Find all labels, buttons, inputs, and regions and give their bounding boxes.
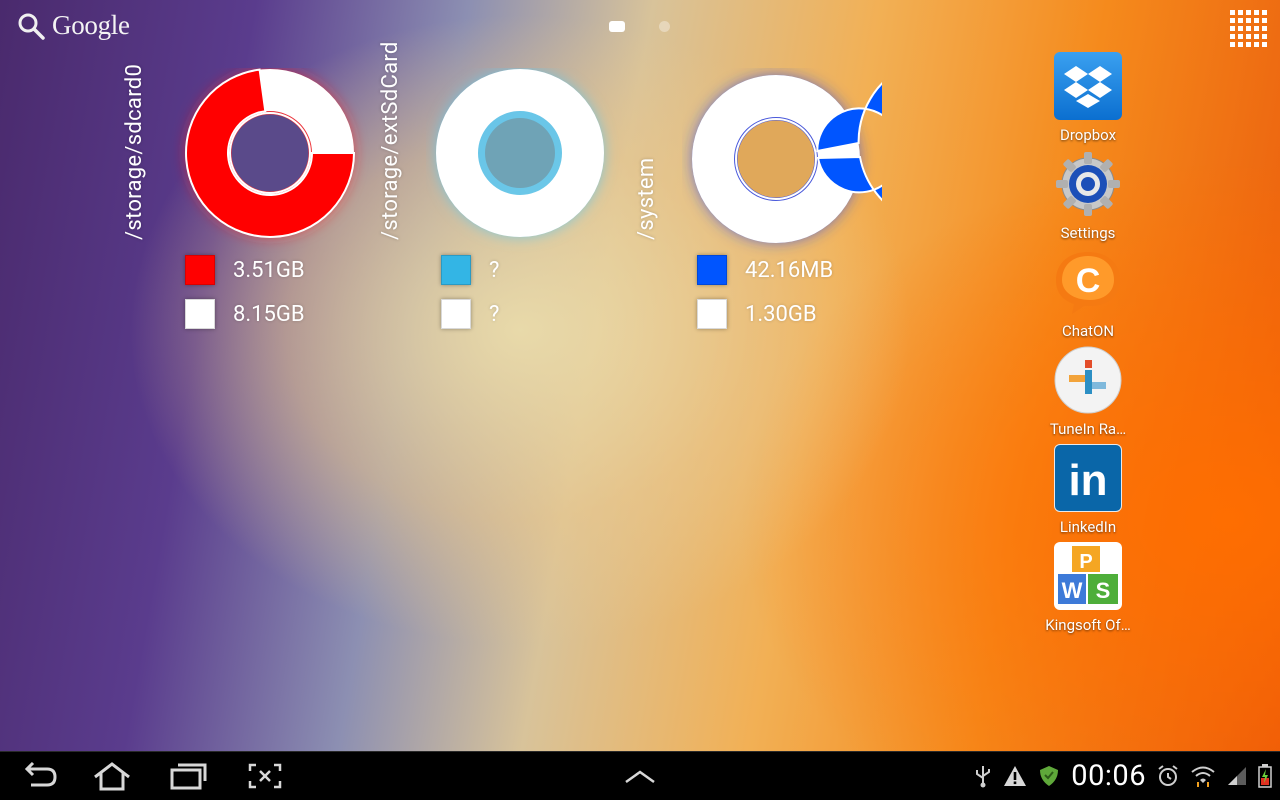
app-label: ChatON [1061, 322, 1115, 340]
storage-path-label: /storage/extSdCard [378, 41, 403, 240]
free-color-swatch [441, 299, 471, 329]
alarm-icon [1158, 765, 1178, 786]
free-color-swatch [185, 299, 215, 329]
used-color-swatch [441, 255, 471, 285]
recent-apps-button[interactable] [166, 752, 210, 800]
app-linkedin[interactable]: in LinkedIn [1040, 444, 1136, 536]
home-button[interactable] [88, 752, 136, 800]
battery-icon [1258, 764, 1272, 788]
used-color-swatch [185, 255, 215, 285]
tunein-icon [1054, 346, 1122, 414]
legend-row-free: ? [441, 292, 499, 336]
app-kingsoft-office[interactable]: P W S Kingsoft Of… [1040, 542, 1136, 634]
svg-text:in: in [1068, 456, 1107, 505]
home-page-indicator [609, 21, 670, 32]
page-indicator-active [609, 21, 625, 32]
svg-text:S: S [1096, 578, 1111, 603]
app-tunein-radio[interactable]: TuneIn Ra… [1040, 346, 1136, 438]
back-button[interactable] [16, 752, 62, 800]
app-label: Settings [1060, 224, 1116, 242]
chaton-icon: C [1054, 248, 1122, 316]
free-space-value: 8.15GB [233, 301, 305, 327]
storage-legend: 42.16MB 1.30GB [697, 248, 833, 336]
svg-text:W: W [1062, 578, 1083, 603]
app-label: Kingsoft Of… [1045, 616, 1131, 634]
free-color-swatch [697, 299, 727, 329]
chevron-up-icon [625, 770, 655, 784]
back-arrow-icon [24, 761, 57, 787]
app-settings[interactable]: Settings [1040, 150, 1136, 242]
quick-menu-up-button[interactable] [620, 752, 660, 800]
signal-icon [1228, 767, 1246, 785]
page-indicator-inactive [659, 21, 670, 32]
used-space-value: ? [489, 257, 500, 283]
storage-legend: ? ? [441, 248, 499, 336]
storage-donut-chart [185, 68, 356, 238]
app-label: TuneIn Ra… [1049, 420, 1127, 438]
google-search-button[interactable]: Google [16, 10, 130, 41]
storage-widget-extsdcard[interactable]: /storage/extSdCard ? ? [378, 41, 656, 340]
kingsoft-office-icon: P W S [1054, 542, 1122, 610]
legend-row-free: 8.15GB [185, 292, 305, 336]
storage-legend: 3.51GB 8.15GB [185, 248, 305, 336]
svg-text:P: P [1079, 551, 1092, 573]
used-color-swatch [697, 255, 727, 285]
wifi-icon [1191, 766, 1215, 787]
legend-row-used: 42.16MB [697, 248, 833, 292]
usb-icon [976, 766, 991, 788]
legend-row-free: 1.30GB [697, 292, 833, 336]
clock-time: 00:06 [1071, 759, 1146, 793]
status-area[interactable]: 00:06 [973, 752, 1272, 800]
linkedin-icon: in [1054, 444, 1122, 512]
app-chaton[interactable]: C ChatON [1040, 248, 1136, 340]
screenshot-capture-icon [248, 763, 282, 789]
app-dropbox[interactable]: Dropbox [1040, 52, 1136, 144]
settings-gear-icon [1054, 150, 1122, 218]
storage-donut-chart [436, 69, 604, 237]
top-bar: Google [0, 0, 1280, 56]
free-space-value: 1.30GB [745, 301, 817, 327]
legend-row-used: 3.51GB [185, 248, 305, 292]
used-space-value: 42.16MB [745, 257, 834, 283]
app-label: LinkedIn [1059, 518, 1117, 536]
warning-icon [1004, 766, 1027, 786]
storage-widget-system[interactable]: /system 42.16MB 1.30GB [634, 60, 912, 340]
shield-icon [1040, 766, 1059, 786]
svg-text:C: C [1076, 262, 1101, 300]
storage-donut-chart [692, 75, 882, 243]
dropbox-icon [1054, 52, 1122, 120]
used-space-value: 3.51GB [233, 257, 305, 283]
app-label: Dropbox [1059, 126, 1117, 144]
all-apps-button[interactable] [1230, 10, 1267, 47]
home-icon [94, 762, 130, 791]
google-search-label: Google [52, 10, 130, 40]
free-space-value: ? [489, 301, 500, 327]
search-icon [18, 13, 45, 40]
storage-path-label: /storage/sdcard0 [122, 63, 147, 240]
storage-widget-sdcard0[interactable]: /storage/sdcard0 3.51GB 8.15GB [122, 60, 400, 340]
system-navigation-bar: 00:06 [0, 751, 1280, 800]
screenshot-button[interactable] [244, 752, 286, 800]
legend-row-used: ? [441, 248, 499, 292]
storage-path-label: /system [634, 157, 659, 240]
recent-apps-icon [170, 763, 207, 790]
